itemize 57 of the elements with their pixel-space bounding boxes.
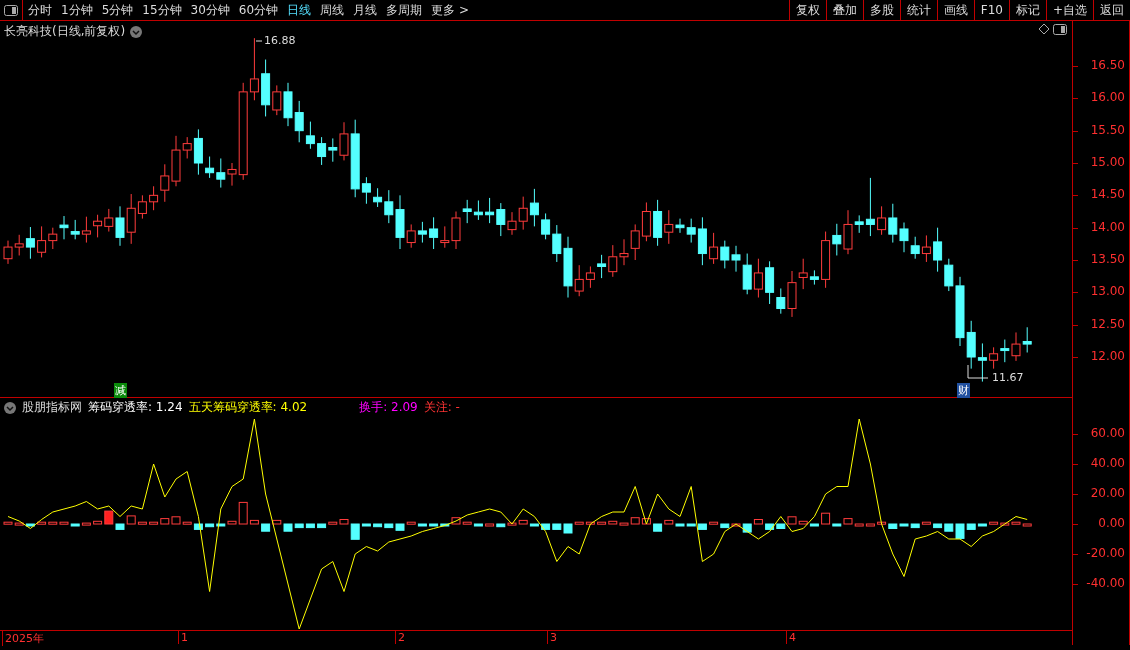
period-tab[interactable]: 30分钟 [190, 1, 230, 19]
indicator-readout: 换手: 2.09 [359, 399, 418, 416]
low-price-label: 11.67 [992, 371, 1024, 384]
indicator-readout: 关注: - [423, 399, 460, 416]
price-axis-label: 15.00 [1090, 155, 1125, 169]
diamond-icon[interactable] [1038, 23, 1050, 35]
price-axis-label: 12.50 [1090, 316, 1125, 331]
period-tab[interactable]: 分时 [28, 1, 52, 19]
period-tab[interactable]: 多周期 [386, 1, 423, 19]
toolbar-button[interactable]: F10 [973, 0, 1009, 20]
period-tab[interactable]: 60分钟 [238, 1, 279, 19]
toolbar-button[interactable]: +自选 [1045, 0, 1093, 20]
dropdown-icon[interactable] [130, 25, 143, 38]
indicator-axis-label: 20.00 [1090, 486, 1125, 500]
price-axis-label: 13.00 [1090, 284, 1125, 299]
indicator-axis-label: 40.00 [1090, 456, 1125, 470]
time-axis-label: 2025年 [2, 631, 44, 646]
price-axis-label: 14.50 [1090, 187, 1125, 202]
event-marker[interactable]: 财 [957, 383, 970, 398]
toolbar-button[interactable]: 画线 [936, 0, 974, 20]
period-tab[interactable]: 周线 [320, 1, 345, 19]
price-axis-label: 16.50 [1090, 58, 1125, 72]
toolbar-button[interactable]: 叠加 [825, 0, 863, 20]
price-axis-label: 15.50 [1090, 122, 1125, 137]
high-price-label: 16.88 [264, 34, 296, 47]
toolbar-button[interactable]: 返回 [1093, 0, 1130, 20]
toolbar-button[interactable]: 标记 [1008, 0, 1046, 20]
period-tab[interactable]: 1分钟 [61, 1, 93, 19]
price-axis-label: 14.00 [1090, 219, 1125, 234]
toolbar-button[interactable]: 复权 [788, 0, 826, 20]
toolbar-button[interactable]: 多股 [862, 0, 900, 20]
indicator-axis-label: 0.00 [1098, 516, 1125, 530]
price-axis-label: 13.50 [1090, 251, 1125, 266]
price-axis-label: 16.00 [1090, 90, 1125, 105]
event-marker[interactable]: 减 [114, 383, 127, 398]
chart-title: 长亮科技(日线,前复权) [4, 23, 126, 40]
indicator-axis-label: -20.00 [1086, 546, 1125, 560]
indicator-axis-label: -40.00 [1086, 576, 1125, 590]
time-axis-label: 2 [395, 631, 405, 644]
dropdown-icon[interactable] [4, 401, 16, 414]
toolbar-button[interactable]: 统计 [899, 0, 937, 20]
indicator-name: 股朋指标网 [22, 399, 82, 416]
time-axis-label: 1 [178, 631, 188, 644]
indicator-axis-label: 60.00 [1090, 426, 1125, 440]
low-pointer-icon [967, 364, 989, 379]
period-tab[interactable]: 日线 [287, 1, 312, 19]
period-tab[interactable]: 更多 > [431, 1, 469, 19]
panel-toggle-icon[interactable] [4, 4, 18, 16]
time-axis-label: 3 [547, 631, 557, 644]
period-tab[interactable]: 5分钟 [101, 1, 134, 19]
period-tab[interactable]: 15分钟 [142, 1, 182, 19]
panel-toggle-icon[interactable] [1053, 24, 1067, 35]
period-tab[interactable]: 月线 [353, 1, 378, 19]
indicator-readout: 筹码穿透率: 1.24 [88, 399, 183, 416]
price-axis-label: 12.00 [1090, 348, 1125, 363]
time-axis-label: 4 [786, 631, 796, 644]
indicator-readout: 五天筹码穿透率: 4.02 [188, 399, 308, 416]
